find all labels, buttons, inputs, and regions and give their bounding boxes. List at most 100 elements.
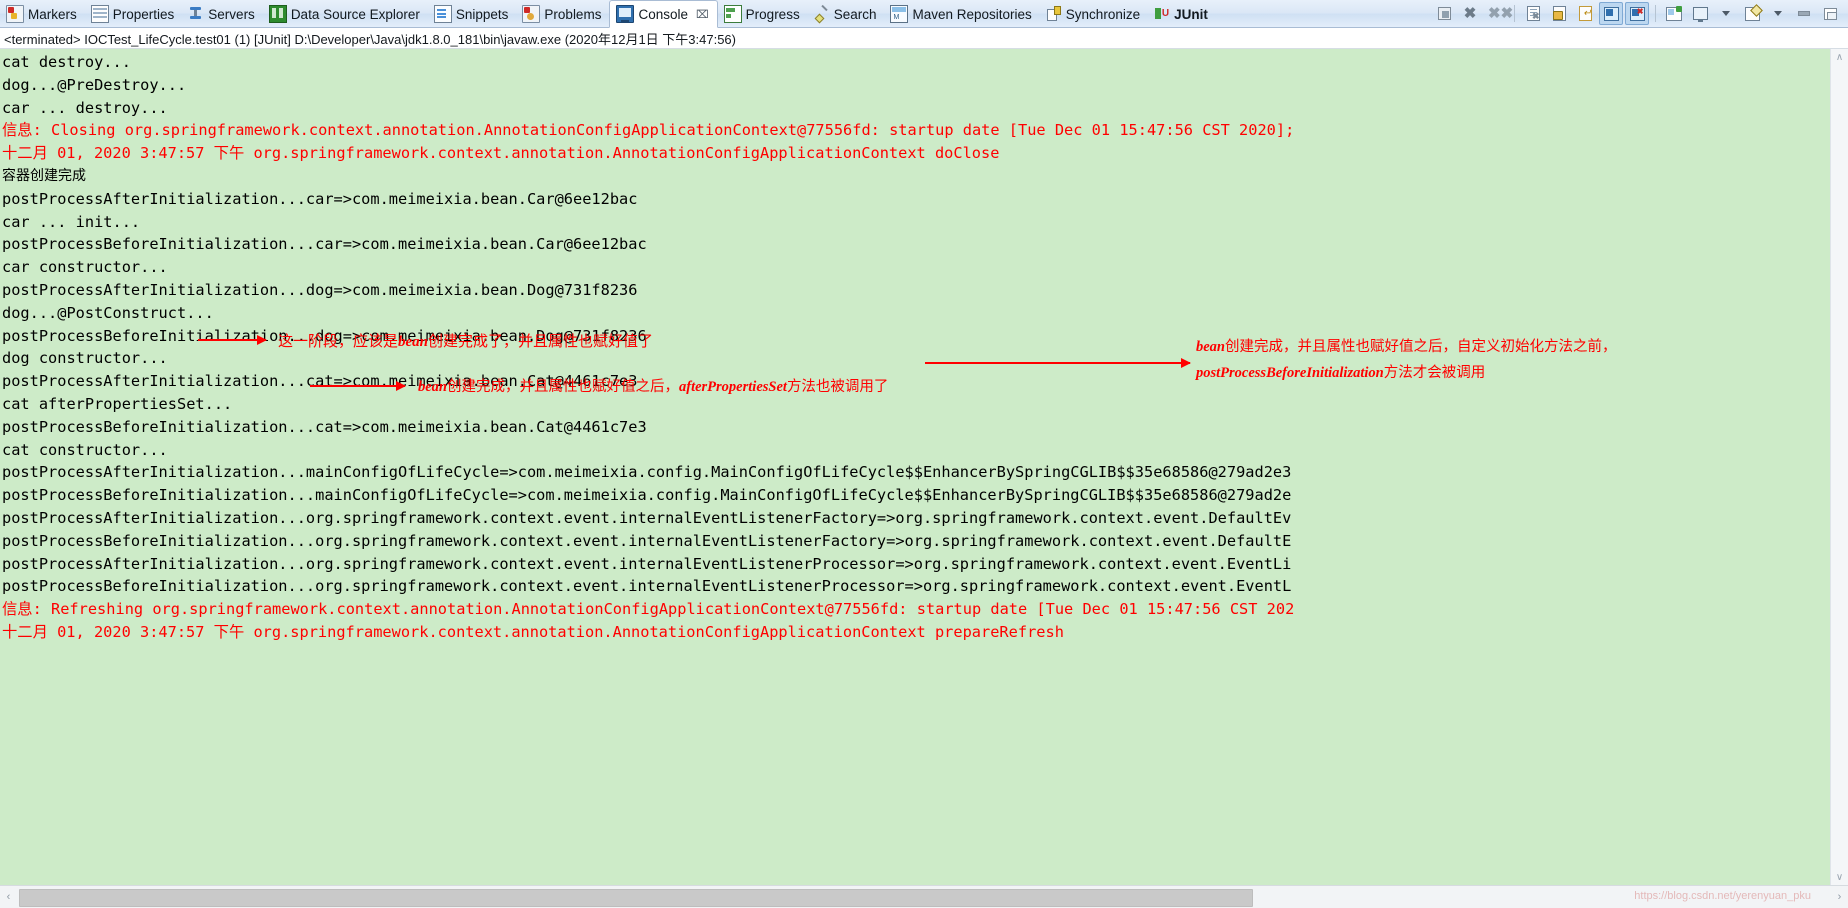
tab-problems[interactable]: Problems [516,0,609,27]
display-selected-console-button[interactable] [1688,2,1712,25]
annotation-arrow-2 [310,381,406,391]
tab-data-source-explorer[interactable]: Data Source Explorer [263,0,428,27]
anno2-emphasis2: afterPropertiesSet [679,379,787,395]
annotation-cat-constructor: 这一阶段，应该是bean创建完成了，并且属性也赋好值了 [278,330,653,354]
anno3-line2: postProcessBeforeInitialization方法才会被调用 [1196,360,1617,386]
console-line: postProcessBeforeInitialization...org.sp… [2,577,1292,596]
tab-label: Problems [544,6,602,22]
progress-icon [723,4,742,23]
console-line: car constructor... [2,258,168,277]
tab-label: Search [833,6,877,22]
tab-snippets[interactable]: Snippets [428,0,517,27]
console-line: dog...@PostConstruct... [2,303,214,322]
tab-label: Servers [208,6,255,22]
anno2-suffix: 创建完成，并且属性也赋好值之后， [447,379,679,395]
show-console-on-stderr-button[interactable]: ✖ [1625,2,1649,25]
console-line: 信息: Refreshing org.springframework.conte… [2,600,1295,619]
scroll-left-arrow[interactable]: ‹ [0,886,17,908]
anno3-line2-emphasis: postProcessBeforeInitialization [1196,365,1384,381]
tab-close-icon[interactable]: ⌧ [696,8,709,21]
console-stdout-icon [1603,6,1619,21]
tab-search[interactable]: Search [808,0,885,27]
show-console-on-stdout-button[interactable] [1599,2,1623,25]
properties-icon [90,4,109,23]
tab-properties[interactable]: Properties [85,0,183,27]
pin-console-button[interactable] [1740,2,1764,25]
tab-label: Data Source Explorer [290,6,420,22]
toolbar-separator-1 [1514,5,1515,22]
horizontal-scroll-thumb[interactable] [19,889,1253,907]
tab-junit[interactable]: JUnit [1148,0,1216,27]
console-line: 十二月 01, 2020 3:47:57 下午 org.springframew… [2,144,1000,163]
pin-icon [1744,3,1763,21]
tab-markers[interactable]: Markers [0,0,85,27]
tab-servers[interactable]: Servers [182,0,263,27]
synchronize-icon [1046,5,1062,22]
vertical-scroll-track[interactable] [1831,65,1848,869]
tab-synchronize[interactable]: Synchronize [1040,0,1148,27]
annotation-arrow-3 [925,358,1191,368]
vertical-scrollbar[interactable]: ∧ ∨ [1830,49,1848,885]
data-source-explorer-icon [268,4,287,23]
lock-icon [1552,6,1566,21]
annotation-after-properties-set: bean创建完成，并且属性也赋好值之后，afterPropertiesSet方法… [418,376,888,399]
launch-configuration-label: <terminated> IOCTest_LifeCycle.test01 (1… [0,28,1848,49]
maven-repositories-icon [890,4,909,23]
tab-progress[interactable]: Progress [718,0,808,27]
terminate-button[interactable] [1432,2,1456,25]
scroll-right-arrow[interactable]: › [1831,886,1848,908]
word-wrap-icon: ↵ [1578,6,1592,21]
horizontal-scrollbar[interactable]: ‹ https://blog.csdn.net/yerenyuan_pku › [0,885,1848,908]
console-line: postProcessAfterInitialization...org.spr… [2,508,1292,527]
console-line: car ... init... [2,212,141,231]
scroll-lock-button[interactable] [1547,2,1571,25]
console-line: cat afterPropertiesSet... [2,394,233,413]
console-line: postProcessAfterInitialization...org.spr… [2,554,1292,573]
console-line: car ... destroy... [2,98,168,117]
console-line: cat constructor... [2,440,168,459]
toolbar-separator-2 [1655,5,1656,22]
stop-icon [1437,7,1451,20]
horizontal-scroll-track[interactable]: https://blog.csdn.net/yerenyuan_pku [17,886,1831,908]
display-console-dropdown[interactable] [1714,2,1738,25]
monitor-icon [1692,7,1708,22]
annotation-arrow-1 [198,335,267,345]
servers-icon [188,6,204,22]
remove-all-terminated-button[interactable]: ✖✖ [1484,2,1514,25]
annotation-post-process-before: bean创建完成，并且属性也赋好值之后，自定义初始化方法之前， postProc… [1196,334,1617,386]
remove-launch-button[interactable]: ✖ [1458,2,1482,25]
new-console-icon [1666,5,1682,21]
tab-console[interactable]: Console ⌧ [609,0,718,28]
maximize-view-button[interactable] [1818,2,1842,25]
anno1-prefix: 这一阶段，应该是 [278,332,399,350]
anno2-emphasis: bean [418,379,447,395]
view-tab-bar: Markers Properties Servers Data Source Expl… [0,0,1848,28]
minimize-icon [1798,11,1810,16]
tab-label: Synchronize [1065,6,1141,22]
tab-maven-repositories[interactable]: Maven Repositories [884,0,1039,27]
maximize-icon [1823,7,1837,20]
junit-icon [1154,6,1170,22]
scroll-down-arrow[interactable]: ∨ [1831,869,1848,885]
watermark: https://blog.csdn.net/yerenyuan_pku [1634,890,1811,902]
word-wrap-button[interactable]: ↵ [1573,2,1597,25]
console-line: postProcessBeforeInitialization...org.sp… [2,531,1292,550]
console-line: postProcessAfterInitialization...car=>co… [2,189,638,208]
clear-console-button[interactable]: ✖ [1521,2,1545,25]
console-line: 十二月 01, 2020 3:47:57 下午 org.springframew… [2,622,1064,641]
console-stderr-icon: ✖ [1629,6,1645,21]
console-output[interactable]: cat destroy... dog...@PreDestroy... car ..… [0,49,1830,885]
console-area: cat destroy... dog...@PreDestroy... car ..… [0,49,1848,885]
tab-label: Maven Repositories [912,6,1032,22]
remove-all-icon: ✖✖ [1488,4,1514,22]
tab-label: Markers [28,6,77,22]
pin-console-dropdown[interactable] [1766,2,1790,25]
anno2-suffix2: 方法也被调用了 [786,379,889,395]
scroll-up-arrow[interactable]: ∧ [1831,49,1848,65]
chevron-down-icon-2 [1774,11,1782,16]
eclipse-console-view: Markers Properties Servers Data Source Expl… [0,0,1848,908]
minimize-view-button[interactable] [1792,2,1816,25]
open-console-button[interactable] [1662,2,1686,25]
console-line: 信息: Closing org.springframework.context.… [2,121,1295,140]
tab-label: Console [638,7,688,22]
